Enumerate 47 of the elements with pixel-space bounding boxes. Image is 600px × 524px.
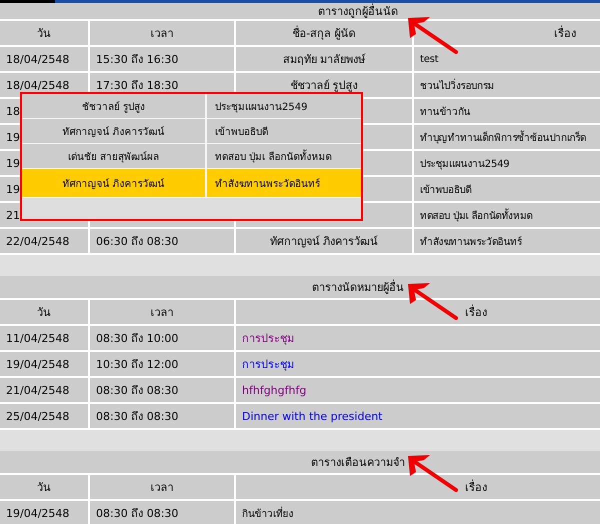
table-cell: 08:30 ถึง 10:00	[90, 326, 234, 350]
table-cell: test	[414, 47, 600, 71]
table-cell: กินข้าวเที่ยง	[236, 501, 600, 524]
table-cell: 25/04/2548	[0, 404, 88, 428]
popup-cell: ทำสังฆทานพระวัดอินทร์	[205, 169, 361, 197]
popup-row[interactable]: ชัชวาลย์ รูปสูง ประชุมแผนงาน2549	[22, 94, 361, 119]
column-header: เรื่อง	[236, 475, 600, 499]
table-cell: ทำบุญทำทานเด็กพิการซ้ำซ้อนปากเกร็ด	[414, 125, 600, 149]
topic-link[interactable]: การประชุม	[236, 352, 600, 376]
popup-row[interactable]: ทัศกาญจน์ ภิงคารวัฒน์ เข้าพบอธิบดี	[22, 119, 361, 144]
table-cell: เข้าพบอธิบดี	[414, 177, 600, 201]
table-cell: 22/04/2548	[0, 229, 88, 253]
column-header: วัน	[0, 475, 88, 499]
table-cell: ทำสังฆทานพระวัดอินทร์	[414, 229, 600, 253]
table-cell: 10:30 ถึง 12:00	[90, 352, 234, 376]
popup-row[interactable]: เด่นชัย สายสุพัฒน์ผล ทดสอบ ปุ่มเ ลือกนัดทั้งหมด	[22, 144, 361, 169]
table-cell: ทานข้าวกัน	[414, 99, 600, 123]
column-header: ชื่อ-สกุล ผู้นัด	[236, 21, 412, 45]
column-header: เวลา	[90, 21, 234, 45]
table-title: ตารางเตือนความจำ	[0, 451, 600, 473]
column-header: เวลา	[90, 300, 234, 324]
table-title: ตารางนัดหมายผู้อื่น	[0, 276, 600, 298]
topic-link[interactable]: hfhfghgfhfg	[236, 378, 600, 402]
table-title: ตารางถูกผู้อื่นนัด	[0, 3, 600, 19]
table-cell: 19/04/2548	[0, 501, 88, 524]
column-header: เรื่อง	[414, 21, 600, 45]
table-cell: 19/04/2548	[0, 352, 88, 376]
table-cell: ประชุมแผนงาน2549	[414, 151, 600, 175]
column-header: เวลา	[90, 475, 234, 499]
table-cell: ทัศกาญจน์ ภิงคารวัฒน์	[236, 229, 412, 253]
table-cell: 21/04/2548	[0, 378, 88, 402]
column-header: เรื่อง	[236, 300, 600, 324]
topic-link[interactable]: Dinner with the president	[236, 404, 600, 428]
table-cell: 11/04/2548	[0, 326, 88, 350]
topic-link[interactable]: การประชุม	[236, 326, 600, 350]
column-header: วัน	[0, 300, 88, 324]
table-cell: 15:30 ถึง 16:30	[90, 47, 234, 71]
column-header: วัน	[0, 21, 88, 45]
table-cell: 18/04/2548	[0, 47, 88, 71]
table-cell: ทดสอบ ปุ่มเ ลือกนัดทั้งหมด	[414, 203, 600, 227]
table-cell: 08:30 ถึง 08:30	[90, 501, 234, 524]
table-cell: สมฤทัย มาลัยพงษ์	[236, 47, 412, 71]
table-cell: 08:30 ถึง 08:30	[90, 404, 234, 428]
popup-row[interactable]: ทัศกาญจน์ ภิงคารวัฒน์ ทำสังฆทานพระวัดอินทร์	[22, 169, 361, 198]
table-cell: ชวนไปวิ่งรอบกรม	[414, 73, 600, 97]
table-cell: 08:30 ถึง 08:30	[90, 378, 234, 402]
table-cell: 06:30 ถึง 08:30	[90, 229, 234, 253]
